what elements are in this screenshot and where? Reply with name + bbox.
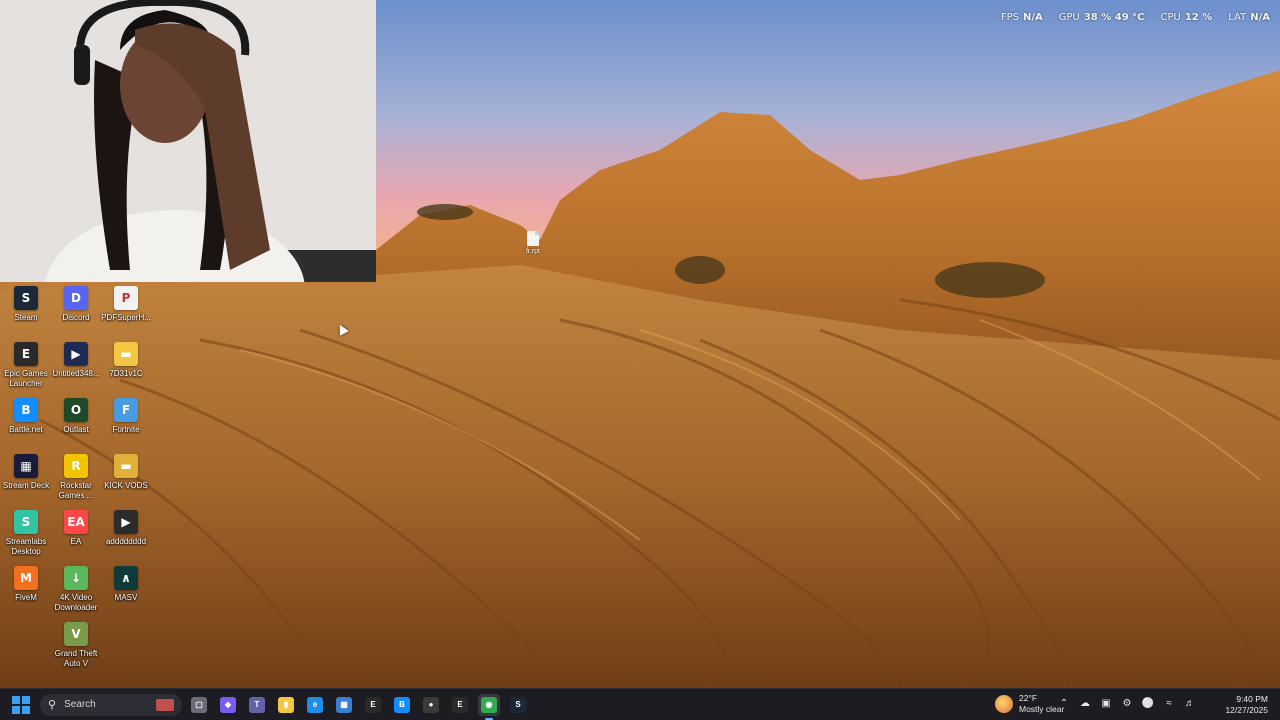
gta-icon: V bbox=[64, 622, 88, 646]
desktop-icon[interactable]: O Outlast bbox=[50, 398, 102, 435]
desktop-icon-label: KICK VODS bbox=[104, 481, 148, 490]
taskbar-pinned-apps: ▢ ◆ T ▮ e ▦ E B ● E ◉ S bbox=[188, 693, 529, 720]
microphone-icon[interactable]: ⚪ bbox=[1142, 697, 1154, 709]
folder-icon: ▬ bbox=[114, 454, 138, 478]
desktop-icon[interactable]: S Streamlabs Desktop bbox=[0, 510, 52, 557]
start-button[interactable] bbox=[12, 695, 30, 714]
rockstar-icon: R bbox=[64, 454, 88, 478]
cloud-icon[interactable]: ☁ bbox=[1079, 697, 1091, 709]
desktop-icon[interactable]: P PDFSuperH... bbox=[100, 286, 152, 323]
desktop-file-icon[interactable]: fr.rpt bbox=[521, 231, 545, 255]
battlenet-icon: B bbox=[14, 398, 38, 422]
masv-icon: ∧ bbox=[114, 566, 138, 590]
desktop-icon-label: 7D31v1C bbox=[109, 369, 143, 378]
steam-icon[interactable]: S bbox=[507, 694, 529, 716]
desktop-icon[interactable]: D Discord bbox=[50, 286, 102, 323]
desktop-icon[interactable]: ▬ 7D31v1C bbox=[100, 342, 152, 379]
fortnite-icon: F bbox=[114, 398, 138, 422]
desktop-icon-label: Battle.net bbox=[9, 425, 43, 434]
system-tray: ⌃ ☁ ▣ ⚙ ⚪ ≈ ♬ bbox=[1058, 697, 1196, 709]
copilot-icon[interactable]: ◆ bbox=[217, 694, 239, 716]
desktop-icon[interactable]: M FiveM bbox=[0, 566, 52, 603]
downloader-icon: ↓ bbox=[64, 566, 88, 590]
weather-widget[interactable]: 22°F Mostly clear bbox=[995, 693, 1064, 715]
desktop-icon-label: adddddddd bbox=[105, 537, 147, 546]
chevron-up-icon[interactable]: ⌃ bbox=[1058, 697, 1070, 709]
desktop-icon[interactable]: ▶ adddddddd bbox=[100, 510, 152, 547]
taskbar: ⚲ Search ▢ ◆ T ▮ e ▦ E B ● E ◉ S 22°F Mostly clear … bbox=[0, 688, 1280, 720]
desktop-icon-label: Streamlabs Desktop bbox=[5, 537, 47, 556]
desktop-icon-label: EA bbox=[70, 537, 82, 546]
fivem-icon: M bbox=[14, 566, 38, 590]
discord-icon: D bbox=[64, 286, 88, 310]
battlenet-icon[interactable]: B bbox=[391, 694, 413, 716]
desktop-icon-label: Untitled348... bbox=[52, 369, 100, 378]
pdf-icon: P bbox=[114, 286, 138, 310]
desktop-icon-label: Steam bbox=[14, 313, 38, 322]
desktop-icon[interactable]: ∧ MASV bbox=[100, 566, 152, 603]
search-highlight-icon bbox=[156, 698, 174, 711]
webcam-overlay bbox=[0, 0, 376, 282]
desktop-icon[interactable]: ▦ Stream Deck bbox=[0, 454, 52, 491]
teams-icon[interactable]: T bbox=[246, 694, 268, 716]
gpu-stat: GPU 38 % 49 °C bbox=[1058, 12, 1145, 23]
desktop-icon-label: Rockstar Games ... bbox=[58, 481, 94, 500]
desktop-icon[interactable]: F Fortnite bbox=[100, 398, 152, 435]
wifi-icon[interactable]: ≈ bbox=[1163, 697, 1175, 709]
desktop-icon[interactable]: ▬ KICK VODS bbox=[100, 454, 152, 491]
file-explorer-icon[interactable]: ▮ bbox=[275, 694, 297, 716]
steam-icon: S bbox=[14, 286, 38, 310]
desktop-icon-label: Discord bbox=[62, 313, 90, 322]
epic-games-icon-2[interactable]: E bbox=[449, 694, 471, 716]
task-view-icon[interactable]: ▢ bbox=[188, 694, 210, 716]
chrome-icon[interactable]: ◉ bbox=[478, 693, 500, 720]
cpu-stat: CPU 12 % bbox=[1160, 12, 1213, 23]
desktop-icon[interactable]: E Epic Games Launcher bbox=[0, 342, 52, 389]
weather-icon bbox=[995, 695, 1013, 713]
ea-icon: EA bbox=[64, 510, 88, 534]
epic-games-icon: E bbox=[14, 342, 38, 366]
outlast-icon: O bbox=[64, 398, 88, 422]
video-file-icon: ▶ bbox=[114, 510, 138, 534]
taskbar-search[interactable]: ⚲ Search bbox=[40, 693, 182, 716]
performance-overlay: FPS N/A GPU 38 % 49 °C CPU 12 % LAT N/A bbox=[1001, 12, 1270, 23]
desktop-icon[interactable]: EA EA bbox=[50, 510, 102, 547]
edge-icon[interactable]: e bbox=[304, 694, 326, 716]
epic-games-icon[interactable]: E bbox=[362, 694, 384, 716]
volume-icon[interactable]: ♬ bbox=[1184, 697, 1196, 709]
desktop-icon-label: 4K Video Downloader bbox=[54, 593, 98, 612]
taskbar-clock[interactable]: 9:40 PM 12/27/2025 bbox=[1225, 694, 1268, 716]
fps-stat: FPS N/A bbox=[1000, 12, 1043, 23]
desktop-icon-label: MASV bbox=[114, 593, 138, 602]
desktop-icon[interactable]: ▶ Untitled348... bbox=[50, 342, 102, 379]
desktop-icon-label: Outlast bbox=[63, 425, 89, 434]
webcam-person bbox=[0, 0, 376, 282]
obs-icon[interactable]: ● bbox=[420, 694, 442, 716]
tray-app-icon[interactable]: ▣ bbox=[1100, 697, 1112, 709]
desktop-icon[interactable]: R Rockstar Games ... bbox=[50, 454, 102, 501]
desktop-icon-label: FiveM bbox=[15, 593, 37, 602]
desktop-icon[interactable]: V Grand Theft Auto V bbox=[50, 622, 102, 669]
desktop-icon[interactable]: B Battle.net bbox=[0, 398, 52, 435]
desktop-icon-label: Fortnite bbox=[112, 425, 140, 434]
stream-deck-icon: ▦ bbox=[14, 454, 38, 478]
latency-stat: LAT N/A bbox=[1228, 12, 1270, 23]
desktop-icon[interactable]: ↓ 4K Video Downloader bbox=[50, 566, 102, 613]
desktop-icon-label: Epic Games Launcher bbox=[4, 369, 48, 388]
desktop-icon-label: Stream Deck bbox=[2, 481, 50, 490]
desktop-icon-label: PDFSuperH... bbox=[101, 313, 151, 322]
desktop-icon-label: Grand Theft Auto V bbox=[54, 649, 98, 668]
store-icon[interactable]: ▦ bbox=[333, 694, 355, 716]
search-icon: ⚲ bbox=[48, 699, 57, 711]
folder-icon: ▬ bbox=[114, 342, 138, 366]
streamlabs-icon: S bbox=[14, 510, 38, 534]
desktop-icon[interactable]: S Steam bbox=[0, 286, 52, 323]
video-file-icon: ▶ bbox=[64, 342, 88, 366]
document-icon bbox=[527, 231, 539, 246]
gear-icon[interactable]: ⚙ bbox=[1121, 697, 1133, 709]
